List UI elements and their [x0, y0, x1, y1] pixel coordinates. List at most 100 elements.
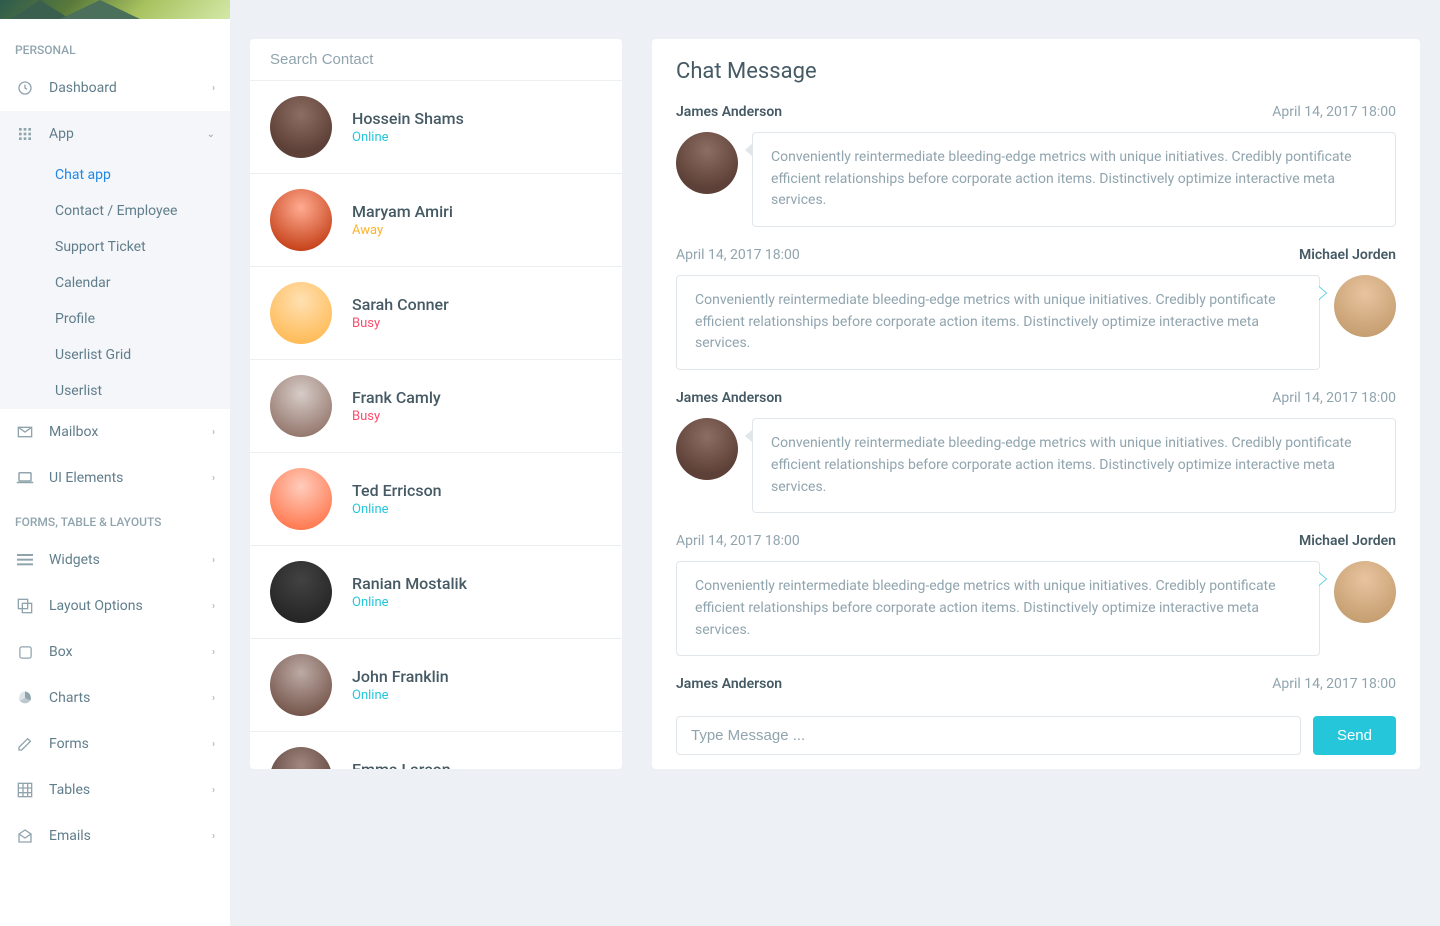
- chevron-down-icon: ⌄: [207, 129, 215, 140]
- message-block: April 14, 2017 18:00Michael Jorden Conven…: [676, 533, 1396, 656]
- message-bubble: Conveniently reintermediate bleeding-edg…: [676, 561, 1320, 656]
- contact-status: Busy: [352, 409, 602, 424]
- contact-status: Online: [352, 595, 602, 610]
- contact-name: Emma Larson: [352, 760, 602, 769]
- sidebar-hero-image: [0, 0, 230, 19]
- nav-sub-userlist-grid[interactable]: Userlist Grid: [0, 337, 230, 373]
- nav-sub-userlist[interactable]: Userlist: [0, 373, 230, 409]
- page-header: Chats: [250, 0, 1420, 5]
- contact-status: Online: [352, 688, 602, 703]
- nav-item-emails[interactable]: Emails ›: [0, 813, 230, 859]
- contacts-panel: Hossein Shams Online Maryam AmiriAway Sarah…: [250, 39, 622, 769]
- nav-label: UI Elements: [49, 470, 212, 486]
- nav-label: Tables: [49, 782, 212, 798]
- chevron-right-icon: ›: [212, 831, 215, 842]
- contact-item[interactable]: Emma LarsonOnline: [250, 732, 622, 769]
- nav-item-box[interactable]: Box ›: [0, 629, 230, 675]
- message-row: Conveniently reintermediate bleeding-edg…: [676, 132, 1396, 227]
- message-row: Conveniently reintermediate bleeding-edg…: [676, 275, 1396, 370]
- contact-status: Away: [352, 223, 602, 238]
- avatar: [676, 132, 738, 194]
- contact-info: Ted ErricsonOnline: [352, 481, 602, 517]
- nav-item-ui-elements[interactable]: UI Elements ›: [0, 455, 230, 501]
- nav-item-mailbox[interactable]: Mailbox ›: [0, 409, 230, 455]
- nav-sub-profile[interactable]: Profile: [0, 301, 230, 337]
- chat-log[interactable]: James Anderson April 14, 2017 18:00 Conven…: [652, 104, 1420, 702]
- nav-item-layout[interactable]: Layout Options ›: [0, 583, 230, 629]
- contact-item[interactable]: Ted ErricsonOnline: [250, 453, 622, 546]
- edit-icon: [15, 734, 35, 754]
- nav-label: Box: [49, 644, 212, 660]
- layout-icon: [15, 596, 35, 616]
- message-time: April 14, 2017 18:00: [1272, 390, 1396, 406]
- nav-item-charts[interactable]: Charts ›: [0, 675, 230, 721]
- message-header: April 14, 2017 18:00Michael Jorden: [676, 533, 1396, 549]
- chevron-right-icon: ›: [212, 83, 215, 94]
- message-sender: James Anderson: [676, 104, 782, 120]
- contact-item[interactable]: Hossein Shams Online: [250, 81, 622, 174]
- message-header: April 14, 2017 18:00Michael Jorden: [676, 247, 1396, 263]
- apps-grid-icon: [15, 124, 35, 144]
- contact-name: Hossein Shams: [352, 109, 602, 128]
- nav-sub-contact[interactable]: Contact / Employee: [0, 193, 230, 229]
- nav-label: Layout Options: [49, 598, 212, 614]
- chevron-right-icon: ›: [212, 693, 215, 704]
- nav-item-app[interactable]: App ⌄: [0, 111, 230, 157]
- contact-info: Maryam AmiriAway: [352, 202, 602, 238]
- chevron-right-icon: ›: [212, 785, 215, 796]
- avatar: [270, 96, 332, 158]
- contact-info: Emma LarsonOnline: [352, 760, 602, 769]
- contact-status: Online: [352, 130, 602, 145]
- message-block: James AndersonApril 14, 2017 18:00Conven…: [676, 390, 1396, 513]
- nav-sub-support[interactable]: Support Ticket: [0, 229, 230, 265]
- contact-item[interactable]: Sarah Conner Busy: [250, 267, 622, 360]
- message-header: James Anderson April 14, 2017 18:00: [676, 104, 1396, 120]
- message-bubble: Conveniently reintermediate bleeding-edg…: [676, 275, 1320, 370]
- square-icon: [15, 642, 35, 662]
- nav-label: Dashboard: [49, 80, 212, 96]
- chevron-right-icon: ›: [212, 739, 215, 750]
- avatar: [1334, 561, 1396, 623]
- nav-label: Widgets: [49, 552, 212, 568]
- contact-status: Busy: [352, 316, 602, 331]
- contacts-list[interactable]: Hossein Shams Online Maryam AmiriAway Sarah…: [250, 81, 622, 769]
- contact-item[interactable]: John Franklin Online: [250, 639, 622, 732]
- avatar: [270, 654, 332, 716]
- contact-name: Sarah Conner: [352, 295, 602, 314]
- message-time: April 14, 2017 18:00: [676, 247, 800, 263]
- nav-item-widgets[interactable]: Widgets ›: [0, 537, 230, 583]
- table-icon: [15, 780, 35, 800]
- contact-name: Ranian Mostalik: [352, 574, 602, 593]
- nav-label: Mailbox: [49, 424, 212, 440]
- avatar: [676, 418, 738, 480]
- search-contact-input[interactable]: [270, 51, 602, 68]
- nav-label: Charts: [49, 690, 212, 706]
- chat-panel: Chat Message James Anderson April 14, 201…: [652, 39, 1420, 769]
- contact-item[interactable]: Frank CamlyBusy: [250, 360, 622, 453]
- message-input[interactable]: [676, 716, 1301, 755]
- send-button[interactable]: Send: [1313, 716, 1396, 755]
- contact-name: Ted Erricson: [352, 481, 602, 500]
- avatar: [270, 189, 332, 251]
- nav-item-forms[interactable]: Forms ›: [0, 721, 230, 767]
- chat-panel-title: Chat Message: [652, 39, 1420, 104]
- contact-info: Sarah Conner Busy: [352, 295, 602, 331]
- contact-item[interactable]: Ranian Mostalik Online: [250, 546, 622, 639]
- sidebar-nav: PERSONAL Dashboard › App ⌄ Chat app Cont…: [0, 19, 230, 926]
- message-sender: James Anderson: [676, 676, 782, 692]
- message-row: Conveniently reintermediate bleeding-edg…: [676, 561, 1396, 656]
- chevron-right-icon: ›: [212, 601, 215, 612]
- message-block: April 14, 2017 18:00Michael Jorden Conven…: [676, 247, 1396, 370]
- nav-sub-calendar[interactable]: Calendar: [0, 265, 230, 301]
- contact-item[interactable]: Maryam AmiriAway: [250, 174, 622, 267]
- message-bubble: Conveniently reintermediate bleeding-edg…: [752, 132, 1396, 227]
- nav-item-dashboard[interactable]: Dashboard ›: [0, 65, 230, 111]
- sidebar: PERSONAL Dashboard › App ⌄ Chat app Cont…: [0, 0, 230, 926]
- message-block: James AndersonApril 14, 2017 18:00Conven…: [676, 676, 1396, 702]
- laptop-icon: [15, 468, 35, 488]
- message-time: April 14, 2017 18:00: [1272, 104, 1396, 120]
- nav-sub-chat-app[interactable]: Chat app: [0, 157, 230, 193]
- avatar: [270, 747, 332, 769]
- nav-item-tables[interactable]: Tables ›: [0, 767, 230, 813]
- contact-name: John Franklin: [352, 667, 602, 686]
